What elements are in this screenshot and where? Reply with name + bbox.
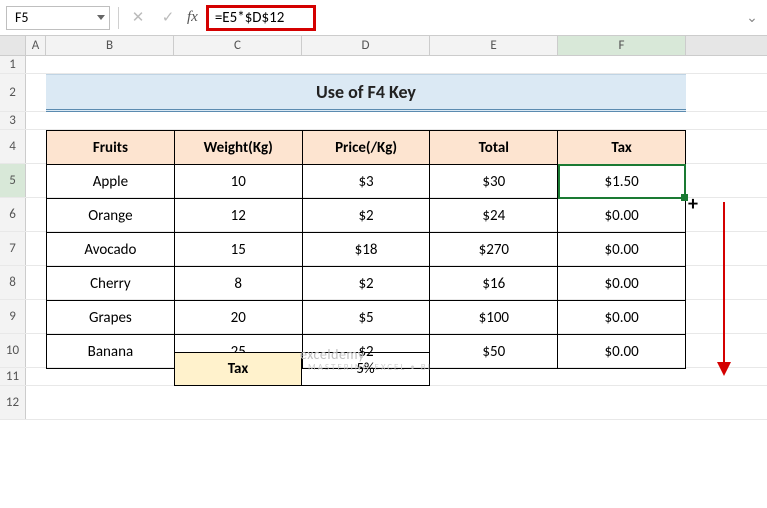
- row-header-2[interactable]: 2: [0, 74, 26, 111]
- chevron-down-icon[interactable]: [97, 15, 105, 20]
- fill-cursor-icon: +: [688, 192, 698, 216]
- rows-area: 1 2 3 4 5 6 7 8 9 10 11 12 Use of F4 Key…: [0, 56, 767, 420]
- tax-value[interactable]: 5%: [302, 353, 429, 385]
- th-fruits[interactable]: Fruits: [47, 131, 175, 165]
- col-header-D[interactable]: D: [302, 36, 430, 55]
- row-header-10[interactable]: 10: [0, 334, 26, 367]
- col-header-C[interactable]: C: [174, 36, 302, 55]
- cell-tax[interactable]: $0.00: [558, 233, 686, 267]
- row-header-11[interactable]: 11: [0, 368, 26, 385]
- col-header-F[interactable]: F: [558, 36, 686, 55]
- th-weight[interactable]: Weight(Kg): [174, 131, 302, 165]
- cell-tax[interactable]: $1.50: [558, 165, 686, 199]
- row-header-4[interactable]: 4: [0, 130, 26, 163]
- cell-weight[interactable]: 10: [174, 165, 302, 199]
- cell-fruit[interactable]: Grapes: [47, 301, 175, 335]
- th-total[interactable]: Total: [430, 131, 558, 165]
- table-row: Grapes 20 $5 $100 $0.00: [47, 301, 686, 335]
- row-header-6[interactable]: 6: [0, 198, 26, 231]
- row-header-7[interactable]: 7: [0, 232, 26, 265]
- cell-total[interactable]: $100: [430, 301, 558, 335]
- cell-tax[interactable]: $0.00: [558, 267, 686, 301]
- th-tax[interactable]: Tax: [558, 131, 686, 165]
- expand-formula-icon[interactable]: ⌄: [743, 9, 761, 26]
- table-row: Cherry 8 $2 $16 $0.00: [47, 267, 686, 301]
- row-header-3[interactable]: 3: [0, 112, 26, 129]
- cell-fruit[interactable]: Banana: [47, 335, 175, 369]
- tax-rate-box: Tax 5%: [174, 352, 430, 386]
- row-header-1[interactable]: 1: [0, 56, 26, 73]
- cell-weight[interactable]: 15: [174, 233, 302, 267]
- cancel-icon[interactable]: ✕: [127, 8, 149, 27]
- cell-weight[interactable]: 8: [174, 267, 302, 301]
- table-row: Apple 10 $3 $30 $1.50: [47, 165, 686, 199]
- sheet-area: A B C D E F 1 2 3 4 5 6 7 8 9 10 11 12 U…: [0, 36, 767, 420]
- table-row: Orange 12 $2 $24 $0.00: [47, 199, 686, 233]
- column-headers: A B C D E F: [0, 36, 767, 56]
- cell-fruit[interactable]: Cherry: [47, 267, 175, 301]
- drag-arrow-icon: [723, 202, 725, 374]
- cell-weight[interactable]: 20: [174, 301, 302, 335]
- cell-total[interactable]: $24: [430, 199, 558, 233]
- sheet-title[interactable]: Use of F4 Key: [46, 74, 686, 112]
- accept-icon[interactable]: ✓: [157, 8, 179, 27]
- name-box[interactable]: F5: [6, 6, 110, 30]
- row-header-9[interactable]: 9: [0, 300, 26, 333]
- cell-fruit[interactable]: Avocado: [47, 233, 175, 267]
- cell-fruit[interactable]: Apple: [47, 165, 175, 199]
- cell-price[interactable]: $2: [302, 267, 430, 301]
- row-header-8[interactable]: 8: [0, 266, 26, 299]
- formula-input[interactable]: =E5*$D$12: [206, 5, 316, 31]
- separator: [118, 7, 119, 29]
- col-header-B[interactable]: B: [46, 36, 174, 55]
- formula-bar: F5 ✕ ✓ fx =E5*$D$12 ⌄: [0, 0, 767, 36]
- cell-tax[interactable]: $0.00: [558, 301, 686, 335]
- row-header-12[interactable]: 12: [0, 386, 26, 419]
- data-table: Fruits Weight(Kg) Price(/Kg) Total Tax A…: [46, 130, 686, 369]
- cell-tax[interactable]: $0.00: [558, 335, 686, 369]
- cell-total[interactable]: $16: [430, 267, 558, 301]
- cell-price[interactable]: $5: [302, 301, 430, 335]
- cell-fruit[interactable]: Orange: [47, 199, 175, 233]
- row-header-5[interactable]: 5: [0, 164, 26, 197]
- cell-weight[interactable]: 12: [174, 199, 302, 233]
- name-box-ref: F5: [15, 9, 29, 26]
- col-header-E[interactable]: E: [430, 36, 558, 55]
- tax-label[interactable]: Tax: [175, 353, 302, 385]
- cell-price[interactable]: $3: [302, 165, 430, 199]
- cell-tax[interactable]: $0.00: [558, 199, 686, 233]
- fx-icon[interactable]: fx: [187, 9, 198, 26]
- cell-total[interactable]: $50: [430, 335, 558, 369]
- col-header-A[interactable]: A: [26, 36, 46, 55]
- table-header-row: Fruits Weight(Kg) Price(/Kg) Total Tax: [47, 131, 686, 165]
- select-all-corner[interactable]: [0, 36, 26, 55]
- cell-total[interactable]: $30: [430, 165, 558, 199]
- cell-price[interactable]: $2: [302, 199, 430, 233]
- table-row: Avocado 15 $18 $270 $0.00: [47, 233, 686, 267]
- cell-total[interactable]: $270: [430, 233, 558, 267]
- formula-text: =E5*$D$12: [215, 9, 285, 27]
- th-price[interactable]: Price(/Kg): [302, 131, 430, 165]
- cell-price[interactable]: $18: [302, 233, 430, 267]
